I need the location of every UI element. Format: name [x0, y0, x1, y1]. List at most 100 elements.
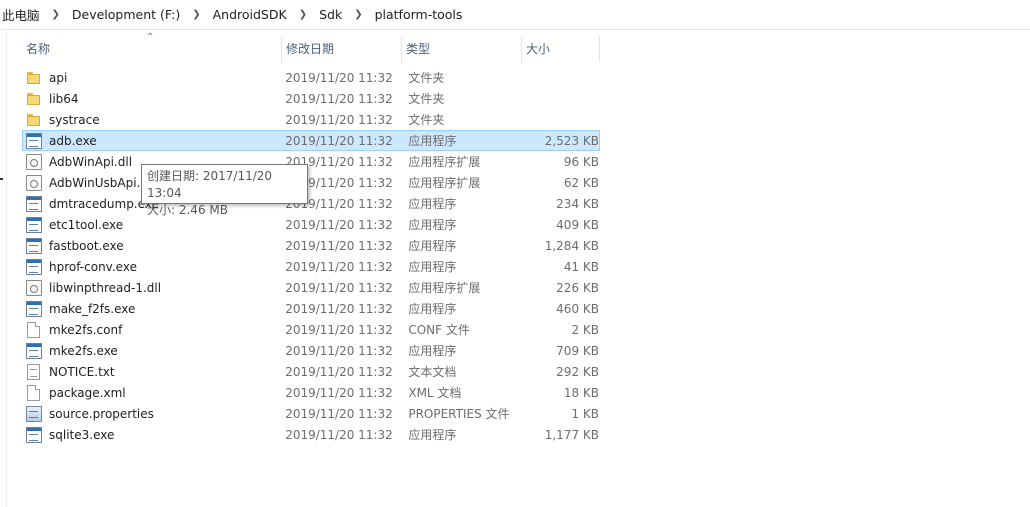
- file-modified-date: 2019/11/20 11:32: [285, 91, 393, 106]
- file-modified-date: 2019/11/20 11:32: [285, 364, 393, 379]
- breadcrumb-sdk[interactable]: Sdk: [317, 7, 344, 22]
- file-name[interactable]: source.properties: [49, 407, 154, 421]
- breadcrumb-drive[interactable]: Development (F:): [70, 7, 182, 22]
- file-row[interactable]: libwinpthread-1.dll 2019/11/20 11:32 应用程序扩…: [22, 277, 600, 298]
- file-type: 文件夹: [408, 71, 445, 85]
- file-name[interactable]: libwinpthread-1.dll: [49, 281, 161, 295]
- file-size: 226 KB: [556, 280, 599, 295]
- file-modified-date: 2019/11/20 11:32: [285, 217, 393, 232]
- file-row[interactable]: mke2fs.exe 2019/11/20 11:32 应用程序 709 KB: [22, 340, 600, 361]
- file-name[interactable]: AdbWinApi.dll: [49, 155, 132, 169]
- exe-icon: [26, 237, 42, 254]
- file-row[interactable]: AdbWinUsbApi.dll 2019/11/20 11:32 应用程序扩展 62…: [22, 172, 600, 193]
- file-size: 41 KB: [563, 259, 599, 274]
- file-name[interactable]: hprof-conv.exe: [49, 260, 137, 274]
- file-row[interactable]: adb.exe 2019/11/20 11:32 应用程序 2,523 KB: [22, 130, 600, 151]
- file-name-cell[interactable]: source.properties: [23, 405, 281, 422]
- file-type: PROPERTIES 文件: [408, 407, 510, 421]
- file-type: 应用程序: [408, 239, 457, 253]
- file-name-cell[interactable]: fastboot.exe: [23, 237, 281, 254]
- file-name-cell[interactable]: make_f2fs.exe: [23, 300, 281, 317]
- dll-icon: [26, 153, 42, 170]
- file-modified-date: 2019/11/20 11:32: [285, 322, 393, 337]
- chevron-right-icon[interactable]: ❯: [289, 9, 317, 20]
- file-row[interactable]: make_f2fs.exe 2019/11/20 11:32 应用程序 460 KB: [22, 298, 600, 319]
- file-size: 96 KB: [563, 154, 599, 169]
- file-type: 文件夹: [408, 92, 445, 106]
- file-name[interactable]: etc1tool.exe: [49, 218, 123, 232]
- file-type: 应用程序: [408, 344, 457, 358]
- file-name[interactable]: lib64: [49, 92, 79, 106]
- file-name-cell[interactable]: lib64: [23, 91, 281, 107]
- file-name-cell[interactable]: api: [23, 70, 281, 86]
- pane-divider-mark: [0, 178, 3, 180]
- navigation-pane-edge[interactable]: [0, 30, 7, 507]
- column-header-name[interactable]: 名称 ⌃: [22, 32, 282, 62]
- file-row[interactable]: package.xml 2019/11/20 11:32 XML 文档 18 KB: [22, 382, 600, 403]
- file-row[interactable]: api 2019/11/20 11:32 文件夹: [22, 67, 600, 88]
- text-file-icon: [27, 363, 40, 380]
- chevron-right-icon[interactable]: ❯: [42, 9, 70, 20]
- exe-icon: [26, 342, 42, 359]
- file-size: 2,523 KB: [544, 133, 599, 148]
- file-name[interactable]: systrace: [49, 113, 100, 127]
- file-name[interactable]: NOTICE.txt: [49, 365, 115, 379]
- chevron-right-icon[interactable]: ❯: [182, 9, 210, 20]
- file-name[interactable]: sqlite3.exe: [49, 428, 114, 442]
- file-type: 文件夹: [408, 113, 445, 127]
- file-size: 1,284 KB: [544, 238, 599, 253]
- file-name[interactable]: fastboot.exe: [49, 239, 124, 253]
- column-header-type-label: 类型: [406, 42, 431, 56]
- file-size: 1,177 KB: [544, 427, 599, 442]
- file-info-tooltip: 创建日期: 2017/11/20 13:04 大小: 2.46 MB: [141, 164, 308, 217]
- file-row[interactable]: sqlite3.exe 2019/11/20 11:32 应用程序 1,177 KB: [22, 424, 600, 445]
- file-name-cell[interactable]: mke2fs.exe: [23, 342, 281, 359]
- file-modified-date: 2019/11/20 11:32: [285, 238, 393, 253]
- column-header-size[interactable]: 大小: [522, 36, 600, 62]
- file-name[interactable]: make_f2fs.exe: [49, 302, 135, 316]
- file-row[interactable]: mke2fs.conf 2019/11/20 11:32 CONF 文件 2 KB: [22, 319, 600, 340]
- file-name-cell[interactable]: NOTICE.txt: [23, 363, 281, 380]
- file-name[interactable]: api: [49, 71, 67, 85]
- file-modified-date: 2019/11/20 11:32: [285, 112, 393, 127]
- file-name-cell[interactable]: adb.exe: [23, 132, 281, 149]
- breadcrumb-androidsdk[interactable]: AndroidSDK: [211, 7, 289, 22]
- file-name-cell[interactable]: systrace: [23, 112, 281, 128]
- file-row[interactable]: dmtracedump.exe 2019/11/20 11:32 应用程序 234 K…: [22, 193, 600, 214]
- file-name[interactable]: mke2fs.conf: [49, 323, 122, 337]
- folder-icon: [26, 91, 42, 107]
- file-name-cell[interactable]: sqlite3.exe: [23, 426, 281, 443]
- file-name-cell[interactable]: mke2fs.conf: [23, 321, 281, 338]
- file-name-cell[interactable]: libwinpthread-1.dll: [23, 279, 281, 296]
- file-row[interactable]: fastboot.exe 2019/11/20 11:32 应用程序 1,284 KB: [22, 235, 600, 256]
- file-modified-date: 2019/11/20 11:32: [285, 427, 393, 442]
- sort-ascending-icon: ⌃: [146, 32, 155, 43]
- tooltip-created-date: 创建日期: 2017/11/20 13:04: [147, 169, 273, 200]
- exe-icon: [26, 258, 42, 275]
- file-row[interactable]: source.properties 2019/11/20 11:32 PROPERT…: [22, 403, 600, 424]
- chevron-right-icon[interactable]: ❯: [344, 9, 372, 20]
- file-row[interactable]: lib64 2019/11/20 11:32 文件夹: [22, 88, 600, 109]
- file-modified-date: 2019/11/20 11:32: [285, 301, 393, 316]
- file-name-cell[interactable]: hprof-conv.exe: [23, 258, 281, 275]
- column-header-type[interactable]: 类型: [402, 36, 522, 62]
- file-type: 应用程序: [408, 260, 457, 274]
- file-row[interactable]: AdbWinApi.dll 2019/11/20 11:32 应用程序扩展 96 KB: [22, 151, 600, 172]
- file-name[interactable]: mke2fs.exe: [49, 344, 118, 358]
- file-name[interactable]: AdbWinUsbApi.dll: [49, 176, 155, 190]
- file-row[interactable]: etc1tool.exe 2019/11/20 11:32 应用程序 409 KB: [22, 214, 600, 235]
- tooltip-size: 大小: 2.46 MB: [147, 203, 228, 217]
- file-row[interactable]: hprof-conv.exe 2019/11/20 11:32 应用程序 41 KB: [22, 256, 600, 277]
- dll-icon: [26, 279, 42, 296]
- breadcrumb-platform-tools[interactable]: platform-tools: [373, 7, 465, 22]
- file-name[interactable]: package.xml: [49, 386, 126, 400]
- folder-icon: [26, 70, 42, 86]
- column-header-date[interactable]: 修改日期: [282, 36, 402, 62]
- file-name-cell[interactable]: package.xml: [23, 384, 281, 401]
- breadcrumb-this-pc[interactable]: 此电脑: [0, 5, 42, 24]
- file-row[interactable]: systrace 2019/11/20 11:32 文件夹: [22, 109, 600, 130]
- file-name[interactable]: adb.exe: [49, 134, 97, 148]
- exe-icon: [26, 426, 42, 443]
- address-bar[interactable]: 此电脑 ❯ Development (F:) ❯ AndroidSDK ❯ Sd…: [0, 0, 1030, 30]
- file-row[interactable]: NOTICE.txt 2019/11/20 11:32 文本文档 292 KB: [22, 361, 600, 382]
